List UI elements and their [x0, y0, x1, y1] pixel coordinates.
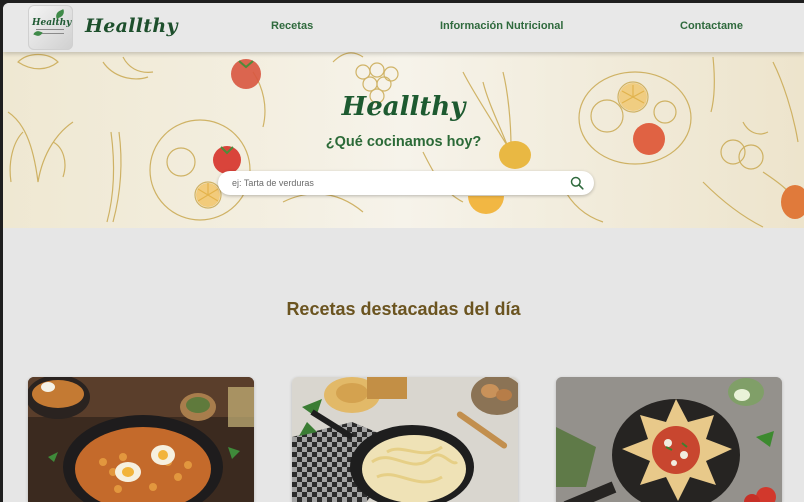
brand-name[interactable]: Heallthy [85, 15, 178, 37]
hero-title: Heallthy [341, 92, 466, 122]
chickpea-stew-photo [28, 377, 254, 502]
search-icon[interactable] [570, 176, 584, 190]
site-header: Healthy Heallthy Recetas Información Nut… [3, 3, 804, 52]
recipe-card[interactable] [556, 377, 782, 502]
recipe-card[interactable] [292, 377, 518, 502]
star-pastry-tart-photo [556, 377, 782, 502]
nav-link-informacion-nutricional[interactable]: Información Nutricional [440, 20, 563, 32]
recipe-card[interactable] [28, 377, 254, 502]
leaf-icon [33, 29, 43, 38]
hero-subtitle: ¿Qué cocinamos hoy? [325, 134, 482, 150]
featured-recipes-title: Recetas destacadas del día [286, 299, 521, 319]
recipe-search-input[interactable] [232, 175, 562, 191]
logo-text: Healthy [32, 18, 72, 28]
nav-link-recetas[interactable]: Recetas [271, 20, 313, 32]
fettuccine-alfredo-photo [292, 377, 518, 502]
hero-banner: Heallthy ¿Qué cocinamos hoy? [3, 52, 804, 228]
nav-link-contactame[interactable]: Contactame [680, 20, 743, 32]
logo[interactable]: Healthy [28, 5, 73, 50]
page: Healthy Heallthy Recetas Información Nut… [3, 3, 804, 502]
recipe-search-bar [218, 171, 594, 195]
